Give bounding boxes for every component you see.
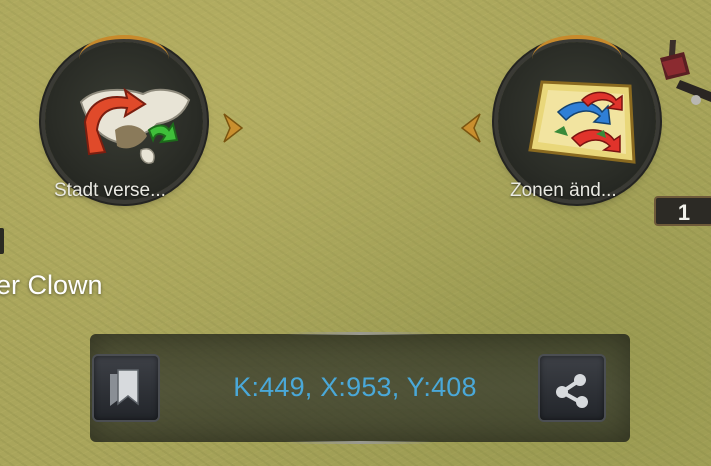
share-icon [556,374,588,408]
relocate-city-label: Stadt verse... [54,180,166,201]
player-marker-fragment [0,228,4,254]
hero-fragment [650,40,711,125]
share-button[interactable] [540,356,604,420]
change-zone-label: Zonen änd... [510,180,617,201]
change-zone-map-icon [528,80,636,164]
level-badge: 1 [654,196,711,226]
chevron-left-icon[interactable] [458,112,484,149]
bookmark-button[interactable] [94,356,158,420]
change-zone-button[interactable] [498,35,656,200]
player-name: er Clown [0,270,103,300]
bookmark-icon [110,369,139,406]
coordinates-readout[interactable]: K:449, X:953, Y:408 [200,372,510,403]
relocate-city-button[interactable] [45,35,203,200]
chevron-right-icon[interactable] [220,112,246,149]
relocate-city-map-icon [79,87,191,164]
